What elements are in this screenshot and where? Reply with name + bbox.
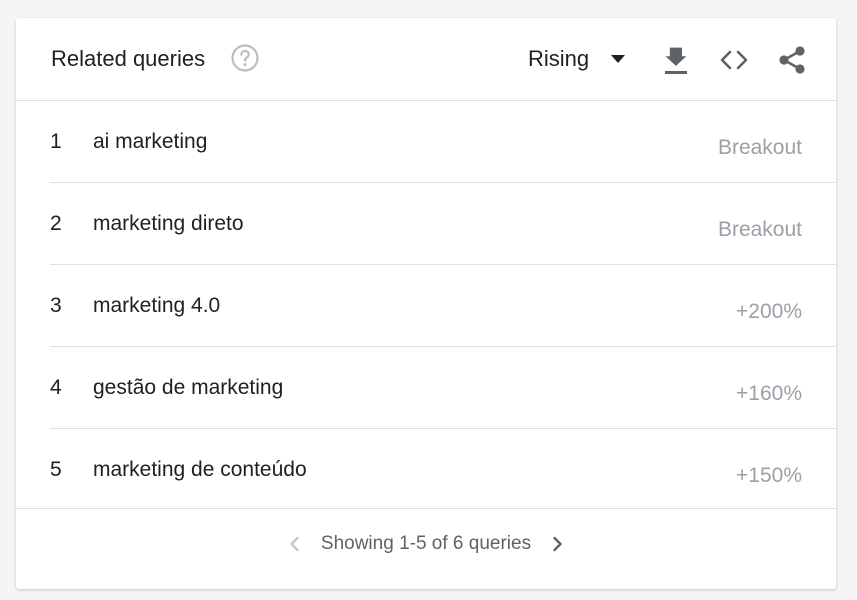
row-query[interactable]: marketing 4.0	[93, 293, 220, 319]
pagination: Showing 1-5 of 6 queries	[16, 529, 836, 559]
next-page-button[interactable]	[543, 530, 571, 558]
caret-down-icon	[611, 55, 626, 63]
chevron-left-icon	[290, 536, 299, 552]
chevron-right-icon	[553, 536, 562, 552]
row-index: 4	[50, 376, 62, 399]
related-queries-card: Related queries Rising 1 ai marketing Br…	[16, 18, 836, 589]
row-index: 5	[50, 458, 62, 481]
pagination-text: Showing 1-5 of 6 queries	[320, 533, 532, 554]
card-footer: Showing 1-5 of 6 queries	[16, 508, 836, 589]
row-index: 2	[50, 212, 62, 235]
row-query[interactable]: marketing direto	[93, 211, 244, 237]
query-row[interactable]: 5 marketing de conteúdo +150%	[50, 429, 836, 510]
card-title: Related queries	[51, 46, 206, 71]
previous-page-button[interactable]	[281, 530, 309, 558]
query-row[interactable]: 2 marketing direto Breakout	[50, 183, 836, 265]
row-value: +160%	[736, 382, 802, 405]
query-row[interactable]: 4 gestão de marketing +160%	[50, 347, 836, 429]
row-query[interactable]: ai marketing	[93, 129, 207, 155]
download-icon[interactable]	[660, 44, 692, 76]
row-query[interactable]: gestão de marketing	[93, 375, 283, 401]
row-value: +200%	[736, 300, 802, 323]
share-icon[interactable]	[776, 44, 808, 76]
row-value: Breakout	[717, 218, 802, 241]
code-embed-icon[interactable]	[718, 44, 750, 76]
query-row[interactable]: 1 ai marketing Breakout	[50, 101, 836, 183]
row-value: +150%	[736, 464, 802, 487]
rising-dropdown[interactable]: Rising	[528, 42, 627, 76]
row-value: Breakout	[717, 136, 802, 159]
dropdown-selected-label: Rising	[528, 46, 590, 71]
card-header: Related queries Rising	[16, 18, 836, 101]
help-circle-icon[interactable]	[230, 43, 260, 73]
query-list: 1 ai marketing Breakout 2 marketing dire…	[16, 101, 836, 510]
query-row[interactable]: 3 marketing 4.0 +200%	[50, 265, 836, 347]
row-index: 3	[50, 294, 62, 317]
row-query[interactable]: marketing de conteúdo	[93, 457, 307, 483]
row-index: 1	[50, 130, 62, 153]
